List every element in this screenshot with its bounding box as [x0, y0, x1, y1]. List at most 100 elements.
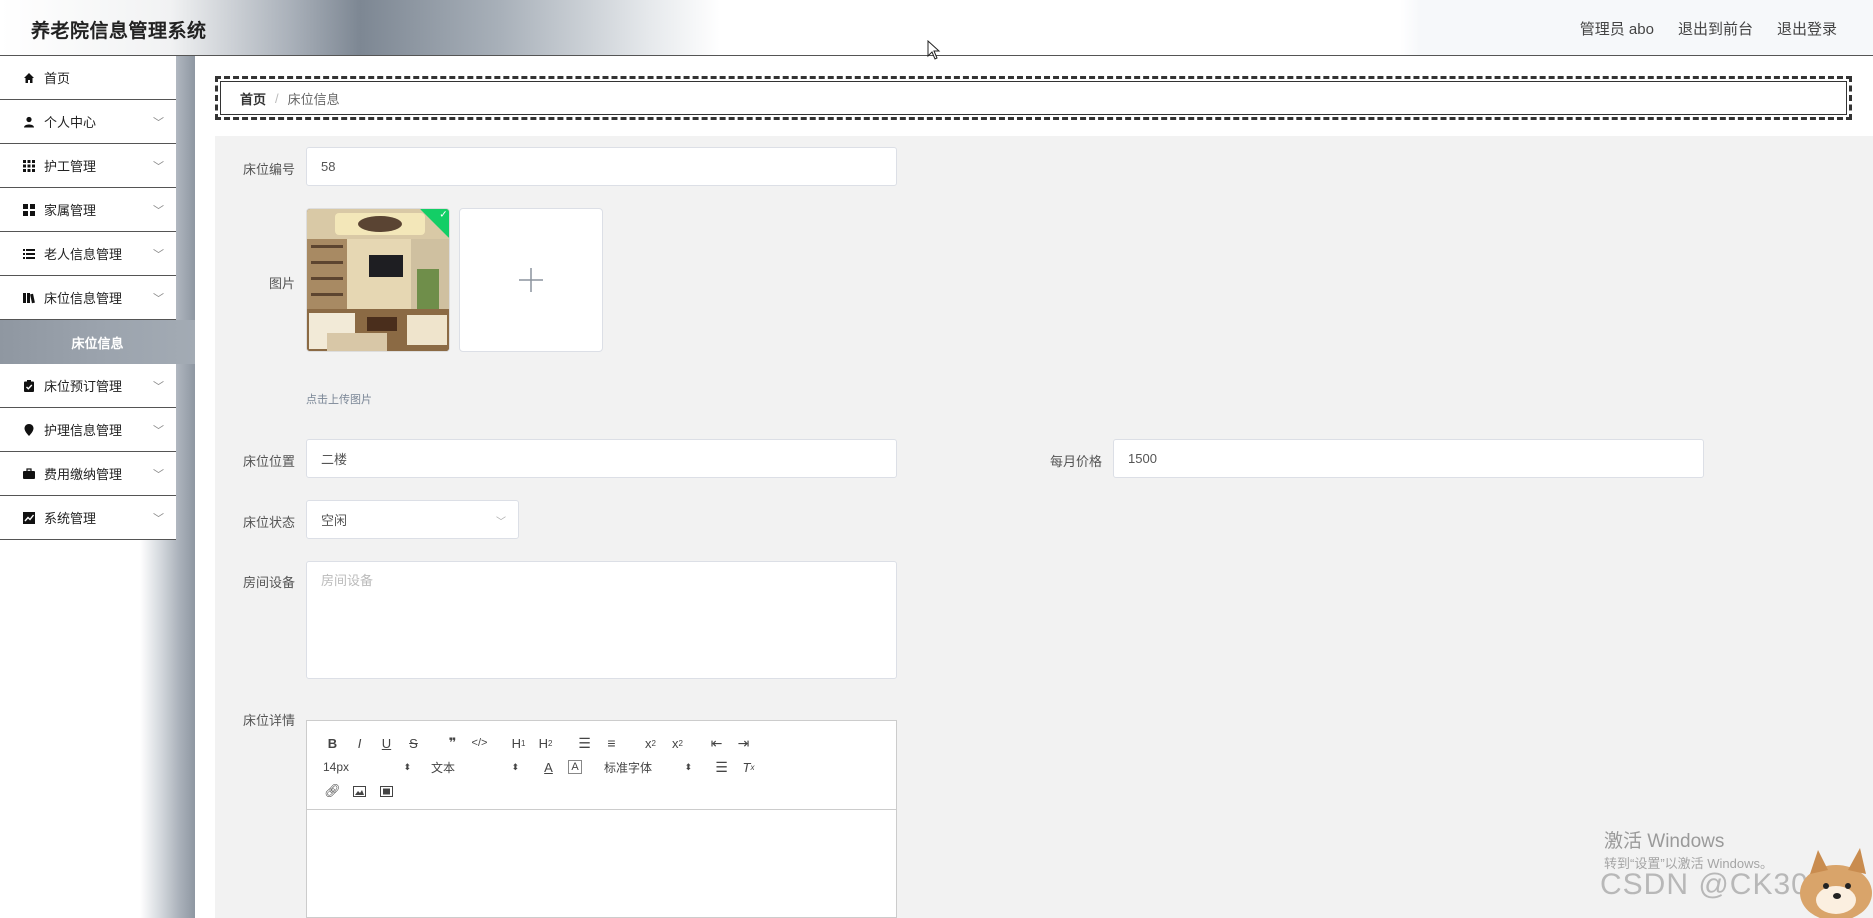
select-arrows-icon: ⬍: [403, 761, 411, 772]
chevron-down-icon: ﹀: [153, 161, 164, 173]
admin-user-label[interactable]: 管理员 abo: [1580, 18, 1654, 39]
exit-to-frontend-link[interactable]: 退出到前台: [1678, 18, 1753, 39]
price-input[interactable]: 1500: [1113, 439, 1704, 478]
logout-link[interactable]: 退出登录: [1777, 18, 1837, 39]
blockquote-icon[interactable]: ❞: [439, 732, 466, 754]
underline-icon[interactable]: U: [373, 732, 400, 754]
sidebar-item-label: 系统管理: [44, 511, 97, 526]
video-icon[interactable]: [373, 780, 400, 802]
sidebar-item-family[interactable]: 家属管理 ﹀: [0, 188, 176, 232]
font-color-icon[interactable]: A: [535, 756, 562, 778]
align-icon[interactable]: ☰: [708, 756, 735, 778]
sidebar-item-elderly[interactable]: 老人信息管理 ﹀: [0, 232, 176, 276]
shiba-dog-sticker: [1800, 848, 1872, 918]
sidebar-item-fees[interactable]: 费用缴纳管理 ﹀: [0, 452, 176, 496]
upload-tip: 点击上传图片: [306, 394, 372, 406]
format-select[interactable]: 文本 ⬍: [427, 756, 523, 778]
image-icon[interactable]: [346, 780, 373, 802]
sidebar-item-label: 费用缴纳管理: [44, 467, 123, 482]
status-select-value: 空闲: [321, 513, 348, 528]
status-label: 床位状态: [242, 515, 295, 530]
equipment-textarea[interactable]: 房间设备: [306, 561, 897, 679]
sidebar-item-bed-info-mgmt[interactable]: 床位信息管理 ﹀: [0, 276, 176, 320]
sidebar-item-system[interactable]: 系统管理 ﹀: [0, 496, 176, 540]
chevron-down-icon: ﹀: [153, 205, 164, 217]
equipment-label: 房间设备: [242, 575, 295, 590]
grid-icon: [22, 159, 36, 173]
heading2-icon[interactable]: H2: [532, 732, 559, 754]
sidebar-item-nursing[interactable]: 护理信息管理 ﹀: [0, 408, 176, 452]
bold-icon[interactable]: B: [319, 732, 346, 754]
chevron-down-icon: ﹀: [153, 249, 164, 261]
user-icon: [22, 115, 36, 129]
chart-icon: [22, 511, 36, 525]
sidebar-item-bed-booking[interactable]: 床位预订管理 ﹀: [0, 364, 176, 408]
sidebar-item-label: 家属管理: [44, 203, 97, 218]
sidebar-item-label: 床位信息管理: [44, 291, 123, 306]
sidebar-item-label: 个人中心: [44, 115, 97, 130]
sidebar-item-home[interactable]: 首页: [0, 56, 176, 100]
indent-icon[interactable]: ⇥: [730, 732, 757, 754]
main-content: 首页 / 床位信息 床位编号 58 图片 ✓ 点击上传图片 床位位置 二楼 每月…: [195, 56, 1873, 918]
bed-number-label: 床位编号: [242, 162, 295, 177]
chevron-down-icon: ﹀: [153, 513, 164, 525]
editor-toolbar: B I U S ❞ </> H1 H2 ☰ ≡ x2 x2 ⇤ ⇥ 14px ⬍…: [307, 721, 896, 810]
chevron-down-icon: ﹀: [153, 469, 164, 481]
status-select[interactable]: 空闲 ﹀: [306, 500, 519, 539]
heading1-icon[interactable]: H1: [505, 732, 532, 754]
subscript-icon[interactable]: x2: [637, 732, 664, 754]
font-family-value: 标准字体: [604, 760, 653, 775]
apps-icon: [22, 203, 36, 217]
rich-text-editor: B I U S ❞ </> H1 H2 ☰ ≡ x2 x2 ⇤ ⇥ 14px ⬍…: [306, 720, 897, 918]
breadcrumb-current: 床位信息: [287, 91, 340, 107]
select-arrows-icon: ⬍: [684, 761, 692, 772]
chevron-down-icon: ﹀: [496, 517, 506, 528]
italic-icon[interactable]: I: [346, 732, 373, 754]
superscript-icon[interactable]: x2: [664, 732, 691, 754]
strikethrough-icon[interactable]: S: [400, 732, 427, 754]
outdent-icon[interactable]: ⇤: [703, 732, 730, 754]
plus-icon: [519, 268, 543, 292]
sidebar-item-label: 护工管理: [44, 159, 97, 174]
font-size-select[interactable]: 14px ⬍: [319, 756, 415, 778]
code-icon[interactable]: </>: [466, 732, 493, 754]
breadcrumb-separator: /: [275, 90, 279, 106]
bed-form: 床位编号 58 图片 ✓ 点击上传图片 床位位置 二楼 每月价格 1500 床位…: [215, 136, 1873, 918]
image-label: 图片: [268, 276, 295, 291]
header-links: 管理员 abo 退出到前台 退出登录: [1580, 18, 1837, 39]
format-value: 文本: [431, 760, 456, 775]
sidebar-item-personal-center[interactable]: 个人中心 ﹀: [0, 100, 176, 144]
clear-format-icon[interactable]: Tx: [735, 756, 762, 778]
breadcrumb-home[interactable]: 首页: [240, 89, 266, 108]
clipboard-check-icon: [22, 379, 36, 393]
book-icon: [22, 291, 36, 305]
sidebar-item-label: 护理信息管理: [44, 423, 123, 438]
breadcrumb: 首页 / 床位信息: [215, 76, 1852, 120]
sidebar-item-label: 老人信息管理: [44, 247, 123, 262]
app-title: 养老院信息管理系统: [31, 21, 207, 42]
chevron-down-icon: ﹀: [153, 117, 164, 129]
location-label: 床位位置: [242, 454, 295, 469]
location-input[interactable]: 二楼: [306, 439, 897, 478]
upload-image-button[interactable]: [459, 208, 603, 352]
sidebar-subitem-bed-info[interactable]: 床位信息: [0, 320, 195, 364]
windows-activation-title: 激活 Windows: [1604, 831, 1725, 852]
sidebar-item-caregiver[interactable]: 护工管理 ﹀: [0, 144, 176, 188]
mouse-cursor-icon: [927, 40, 941, 60]
link-icon[interactable]: 🔗︎: [319, 780, 346, 802]
location-pin-icon: [22, 423, 36, 437]
bed-number-input[interactable]: 58: [306, 147, 897, 186]
font-size-value: 14px: [323, 760, 350, 774]
background-color-icon[interactable]: A: [568, 760, 582, 774]
chevron-down-icon: ﹀: [153, 381, 164, 393]
font-family-select[interactable]: 标准字体 ⬍: [600, 756, 696, 778]
home-icon: [22, 71, 36, 85]
select-arrows-icon: ⬍: [511, 761, 519, 772]
sidebar-item-label: 首页: [44, 71, 71, 86]
bullet-list-icon[interactable]: ≡: [598, 732, 625, 754]
editor-content-area[interactable]: [307, 810, 896, 918]
chevron-down-icon: ﹀: [153, 425, 164, 437]
bed-room-photo[interactable]: ✓: [306, 208, 450, 352]
ordered-list-icon[interactable]: ☰: [571, 732, 598, 754]
price-label: 每月价格: [1049, 454, 1102, 469]
